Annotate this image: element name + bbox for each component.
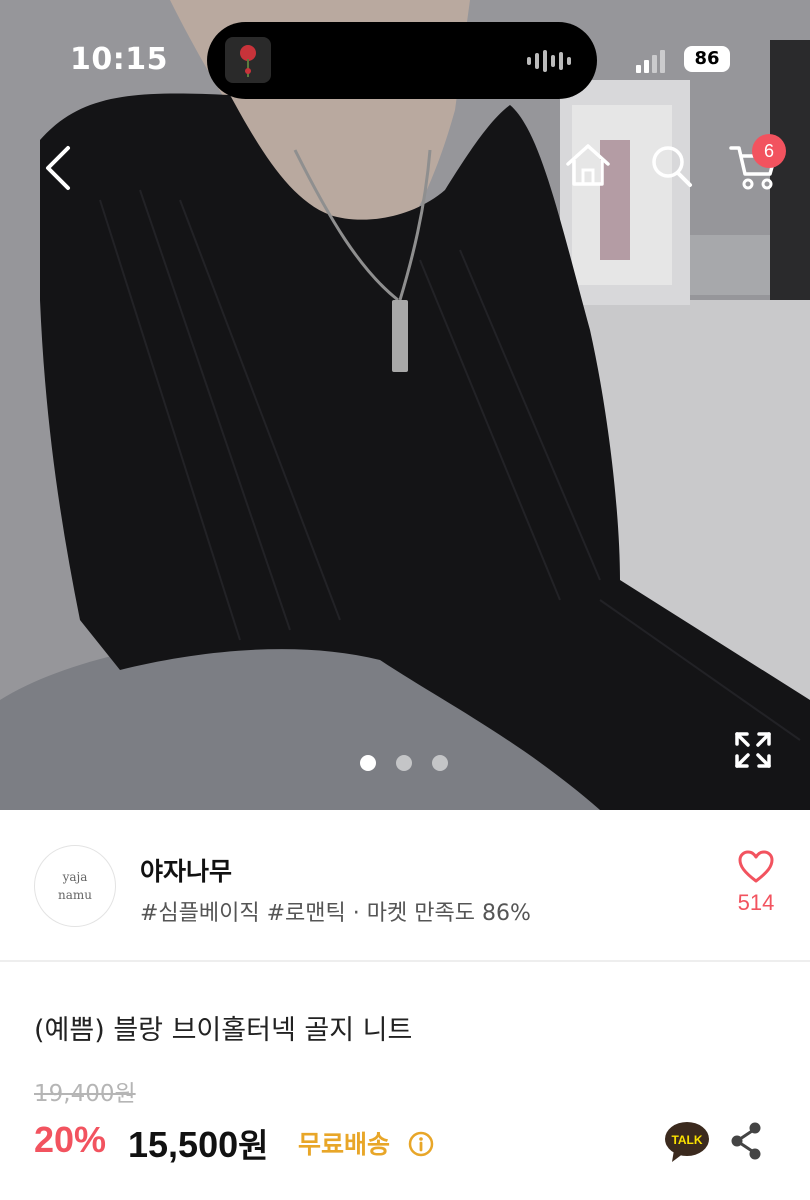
product-title: (예쁨) 블랑 브이홀터넥 골지 니트 — [34, 1015, 413, 1046]
sale-price-number: 15,500 — [128, 1124, 239, 1165]
battery-indicator: 86 — [684, 46, 730, 72]
search-button[interactable] — [648, 140, 696, 192]
kakao-talk-icon: TALK — [665, 1122, 709, 1162]
shop-info-row: yaja namu 야자나무 #심플베이직 #로맨틱 · 마켓 만족도 86% … — [0, 810, 810, 960]
gallery-dot[interactable] — [396, 755, 412, 771]
shop-logo-text: namu — [58, 888, 92, 902]
back-button[interactable] — [36, 140, 80, 196]
section-divider — [0, 960, 810, 962]
sale-price-unit: 원 — [238, 1126, 269, 1165]
shop-logo-text: yaja — [62, 870, 88, 884]
back-icon — [46, 146, 70, 190]
like-button[interactable]: 514 — [732, 850, 780, 930]
expand-image-button[interactable] — [733, 730, 773, 770]
free-shipping-label: 무료배송 — [298, 1130, 391, 1159]
share-icon — [731, 1122, 761, 1160]
audio-wave-icon — [527, 49, 571, 73]
product-photo — [0, 0, 810, 810]
original-price: 19,400원 — [34, 1081, 136, 1107]
kakao-talk-label: TALK — [671, 1133, 702, 1147]
search-icon — [652, 146, 692, 187]
cellular-signal-icon — [636, 50, 665, 73]
expand-icon — [735, 732, 771, 768]
gallery-dot[interactable] — [360, 755, 376, 771]
shop-logo[interactable]: yaja namu — [34, 845, 116, 927]
cart-count-badge: 6 — [752, 134, 786, 168]
heart-icon — [738, 850, 774, 883]
home-icon — [566, 144, 610, 186]
discount-rate: 20% — [34, 1119, 107, 1160]
home-button[interactable] — [562, 140, 614, 192]
gallery-pagination — [360, 755, 448, 771]
info-icon[interactable] — [408, 1131, 434, 1157]
dynamic-island[interactable] — [207, 22, 597, 99]
sale-price: 15,500원 — [128, 1119, 268, 1167]
status-time: 10:15 — [70, 42, 168, 77]
shop-name[interactable]: 야자나무 — [140, 852, 232, 888]
share-button[interactable] — [728, 1120, 764, 1162]
product-image[interactable]: 10:15 86 6 — [0, 0, 810, 810]
now-playing-thumbnail — [225, 37, 271, 83]
gallery-dot[interactable] — [432, 755, 448, 771]
shop-tags: #심플베이직 #로맨틱 · 마켓 만족도 86% — [140, 901, 531, 926]
kakao-talk-button[interactable]: TALK — [664, 1120, 710, 1164]
like-count: 514 — [737, 890, 775, 915]
